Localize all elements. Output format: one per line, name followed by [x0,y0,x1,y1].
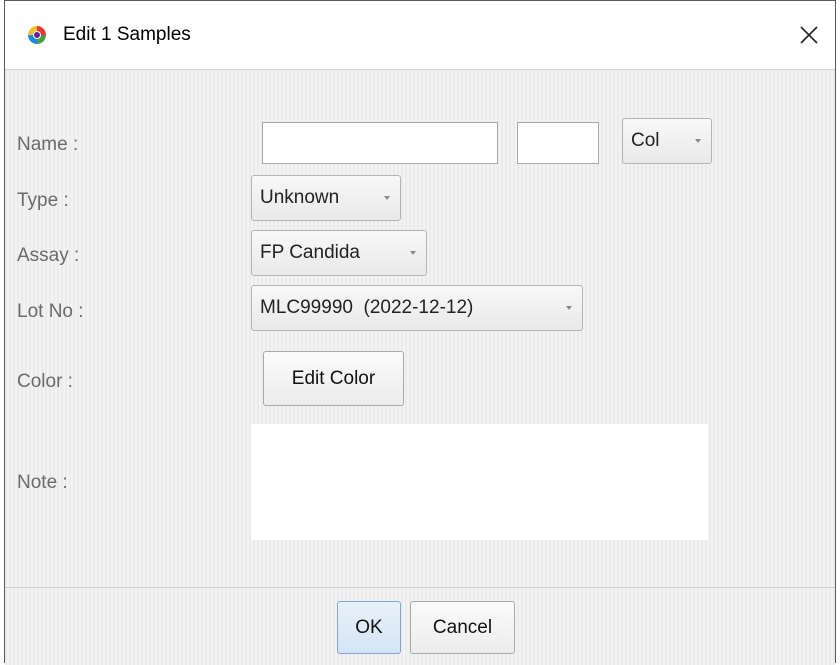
name-suffix-input[interactable] [517,122,599,164]
lot-no-label: Lot No : [17,301,84,322]
cancel-button[interactable]: Cancel [410,601,515,654]
form-panel: Name : Col Type : Unknown Assay : FP Can… [5,69,835,588]
edit-samples-dialog: Edit 1 Samples Name : Col Type : Unknown… [4,0,836,665]
lot-no-dropdown[interactable]: MLC99990 (2022-12-12) [251,285,583,331]
name-col-dropdown[interactable]: Col [622,118,712,164]
title-bar: Edit 1 Samples [5,1,835,69]
chevron-down-icon [566,306,572,310]
note-textarea[interactable] [251,424,708,540]
color-label: Color : [17,371,73,392]
chevron-down-icon [695,139,701,143]
type-label: Type : [17,190,69,211]
name-label: Name : [17,134,79,155]
edit-color-button[interactable]: Edit Color [263,351,404,406]
type-dropdown[interactable]: Unknown [251,175,401,221]
name-input[interactable] [262,122,498,164]
dialog-button-bar: OK Cancel [5,587,835,665]
lot-no-dropdown-value: MLC99990 (2022-12-12) [260,297,474,318]
type-dropdown-value: Unknown [260,187,340,208]
assay-dropdown-value: FP Candida [260,242,360,263]
note-label: Note : [17,472,68,493]
close-button[interactable] [789,15,829,55]
window-title: Edit 1 Samples [63,24,191,45]
chevron-down-icon [410,251,416,255]
assay-dropdown[interactable]: FP Candida [251,230,427,276]
chevron-down-icon [384,196,390,200]
app-logo-icon [27,25,47,45]
ok-button[interactable]: OK [337,601,401,654]
close-icon [800,26,818,44]
assay-label: Assay : [17,245,80,266]
name-col-dropdown-value: Col [631,130,660,151]
